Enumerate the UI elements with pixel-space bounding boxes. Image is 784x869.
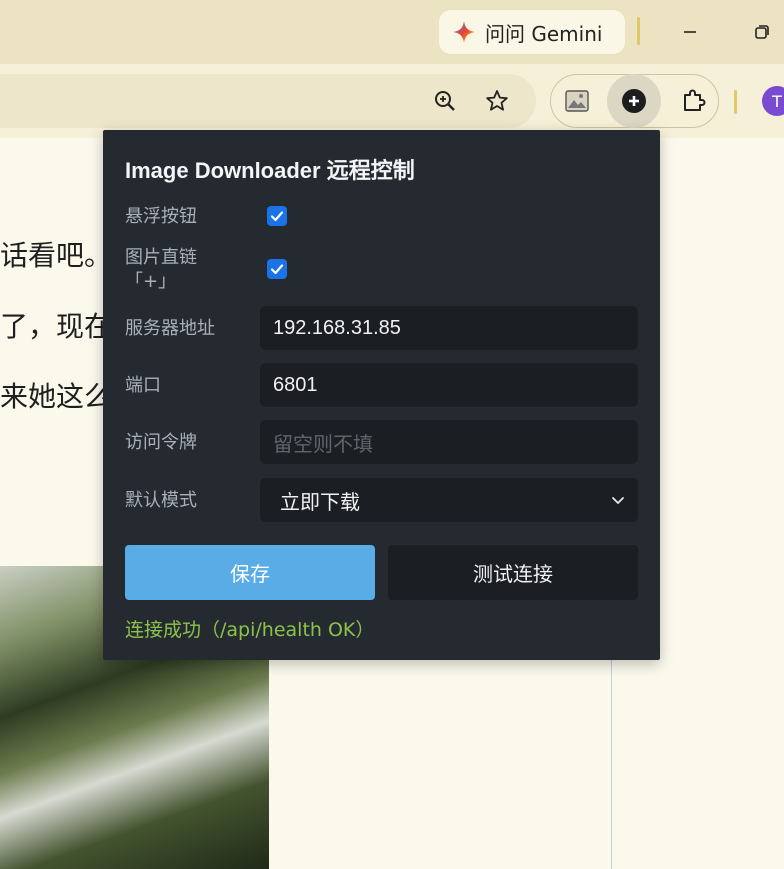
article-line: 来她这么	[0, 380, 113, 413]
chevron-down-icon	[612, 497, 624, 504]
column-divider	[611, 660, 612, 869]
extensions-group	[550, 74, 719, 128]
titlebar-divider	[637, 17, 640, 45]
popup-title: Image Downloader 远程控制	[125, 158, 415, 183]
server-address-input[interactable]: 192.168.31.85	[260, 306, 638, 350]
extension-popup: Image Downloader 远程控制 悬浮按钮 图片直链 「+」 服务器地…	[103, 130, 660, 660]
address-bar[interactable]	[0, 74, 536, 128]
checkmark-icon	[270, 264, 284, 275]
ask-gemini-button[interactable]: 问问 Gemini	[439, 10, 625, 54]
browser-toolbar: T	[0, 64, 784, 138]
direct-link-label: 图片直链	[125, 247, 197, 268]
article-line: 话看吧。	[0, 239, 113, 272]
bookmark-star-icon[interactable]	[482, 86, 512, 116]
image-downloader-extension-icon[interactable]	[607, 74, 661, 128]
default-mode-select[interactable]: 立即下载	[260, 478, 638, 522]
minimize-icon[interactable]	[675, 18, 705, 46]
restore-icon[interactable]	[747, 18, 777, 46]
token-label: 访问令牌	[125, 432, 197, 453]
zoom-icon[interactable]	[430, 86, 460, 116]
ask-gemini-label: 问问 Gemini	[485, 21, 603, 46]
extensions-puzzle-icon[interactable]	[675, 83, 711, 119]
floating-button-label: 悬浮按钮	[125, 206, 197, 227]
checkmark-icon	[270, 211, 284, 222]
test-connection-button[interactable]: 测试连接	[388, 545, 638, 600]
server-address-label: 服务器地址	[125, 318, 215, 339]
toolbar-divider	[734, 90, 737, 114]
default-mode-label: 默认模式	[125, 490, 197, 511]
port-label: 端口	[125, 375, 161, 396]
default-mode-value: 立即下载	[280, 491, 360, 514]
avatar-initial: T	[772, 91, 782, 111]
gemini-sparkle-icon	[451, 19, 477, 45]
token-input[interactable]: 留空则不填	[260, 420, 638, 464]
save-button[interactable]: 保存	[125, 545, 375, 600]
article-line: 了，现在	[0, 310, 113, 343]
direct-link-label-suffix: 「+」	[125, 271, 177, 292]
floating-button-checkbox[interactable]	[267, 206, 287, 226]
connection-status: 连接成功（/api/health OK）	[125, 619, 375, 641]
browser-titlebar: 问问 Gemini	[0, 0, 784, 64]
profile-avatar[interactable]: T	[762, 86, 784, 116]
image-extension-icon[interactable]	[559, 83, 595, 119]
port-input[interactable]: 6801	[260, 363, 638, 407]
direct-link-checkbox[interactable]	[267, 259, 287, 279]
